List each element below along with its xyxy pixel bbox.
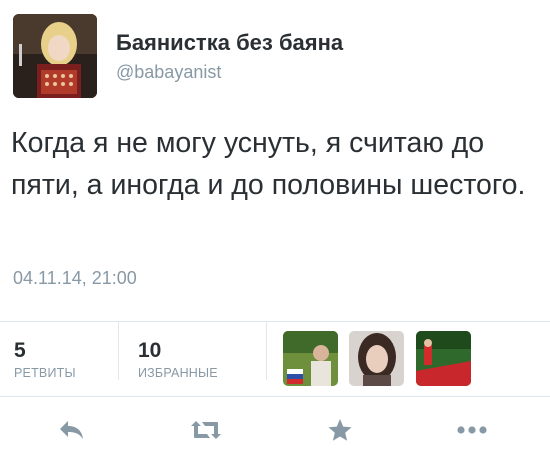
favorites-count[interactable]: 10 bbox=[138, 339, 161, 363]
retweets-count[interactable]: 5 bbox=[14, 339, 26, 363]
tweet-timestamp[interactable]: 04.11.14, 21:00 bbox=[13, 268, 137, 289]
retweet-icon bbox=[191, 421, 221, 439]
favorites-label[interactable]: ИЗБРАННЫЕ bbox=[138, 366, 218, 380]
retweet-button[interactable] bbox=[186, 412, 226, 448]
tweet-card: Баянистка без баяна @babayanist Когда я … bbox=[0, 0, 550, 466]
user-handle[interactable]: @babayanist bbox=[116, 62, 221, 83]
retweets-label[interactable]: РЕТВИТЫ bbox=[14, 366, 76, 380]
tweet-text: Когда я не могу уснуть, я считаю до пяти… bbox=[11, 127, 526, 201]
more-button[interactable] bbox=[452, 412, 492, 448]
stats-separator bbox=[118, 322, 119, 380]
divider-top bbox=[0, 321, 550, 322]
display-name[interactable]: Баянистка без баяна bbox=[116, 30, 343, 56]
avatar-image bbox=[13, 14, 97, 98]
avatar[interactable] bbox=[13, 14, 97, 98]
reply-icon bbox=[60, 421, 83, 439]
stats-separator bbox=[266, 322, 267, 380]
favoriter-avatar[interactable] bbox=[283, 331, 338, 386]
reply-button[interactable] bbox=[52, 412, 92, 448]
favoriter-avatar[interactable] bbox=[349, 331, 404, 386]
favorite-button[interactable] bbox=[320, 412, 360, 448]
more-icon bbox=[457, 426, 487, 434]
star-icon bbox=[328, 419, 352, 441]
divider-bottom bbox=[0, 396, 550, 397]
favoriter-avatar[interactable] bbox=[416, 331, 471, 386]
